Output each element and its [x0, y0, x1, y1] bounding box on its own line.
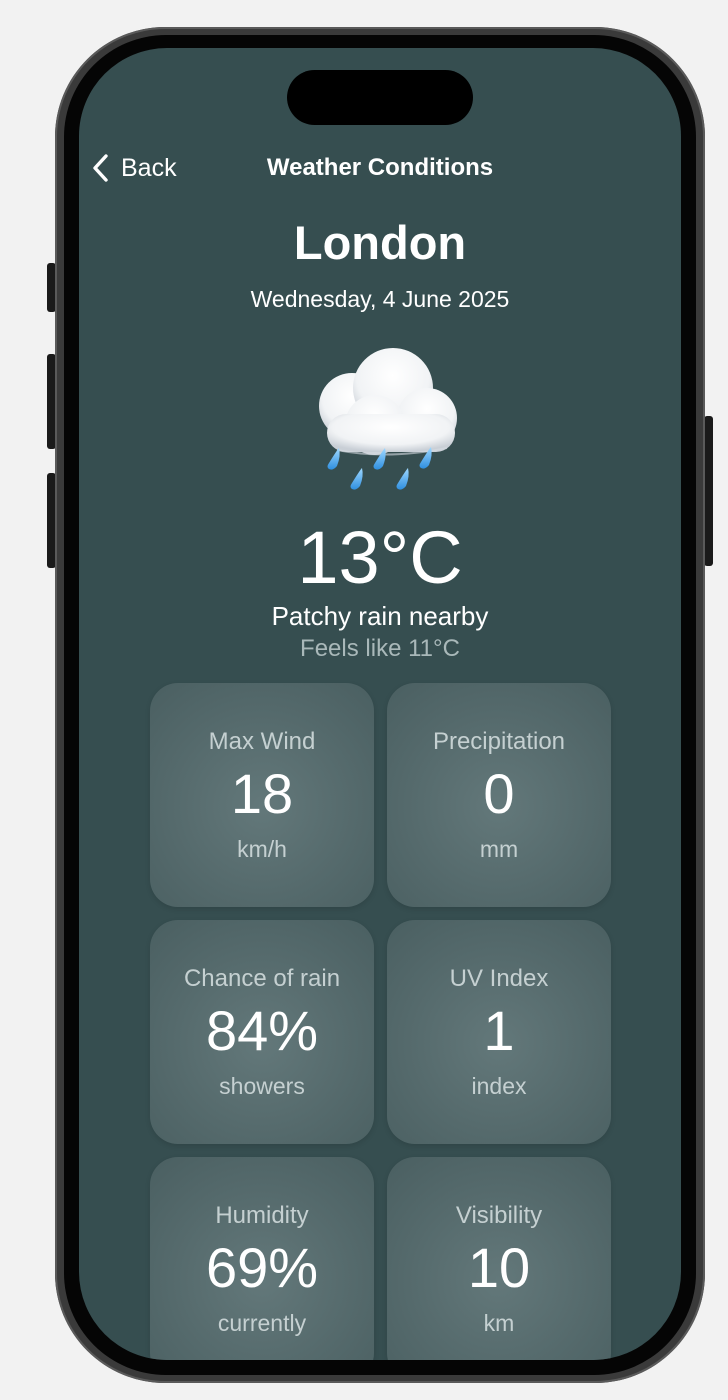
stat-unit: index [471, 1073, 527, 1099]
date-label: Wednesday, 4 June 2025 [250, 286, 510, 312]
stat-tile-chance-of-rain: Chance of rain 84% showers [150, 920, 374, 1144]
stat-value: 84% [205, 999, 319, 1062]
stat-label: Chance of rain [183, 965, 341, 992]
stat-label: Precipitation [432, 728, 566, 755]
stat-tile-max-wind: Max Wind 18 km/h [150, 683, 374, 907]
stat-value: 0 [483, 762, 515, 825]
stat-value: 18 [230, 762, 294, 825]
feels-like-text: Feels like 11°C [300, 635, 460, 662]
device-frame: Back Weather Conditions London Wednesday… [0, 0, 728, 1400]
cloud-with-rain-icon [319, 348, 457, 490]
dynamic-island [287, 70, 473, 125]
stat-tile-visibility: Visibility 10 km [387, 1157, 611, 1360]
phone-bezel: Back Weather Conditions London Wednesday… [64, 35, 696, 1375]
stat-label: UV Index [449, 965, 549, 992]
stat-label: Humidity [215, 1202, 309, 1229]
page-title-text: Weather Conditions [266, 154, 494, 181]
stat-unit: mm [479, 836, 519, 862]
current-temperature: 13°C [297, 516, 463, 599]
stat-tile-precipitation: Precipitation 0 mm [387, 683, 611, 907]
stat-value: 1 [483, 999, 515, 1062]
stat-unit: showers [219, 1073, 305, 1099]
stat-unit: currently [217, 1310, 307, 1336]
stat-tile-uv-index: UV Index 1 index [387, 920, 611, 1144]
screen: Back Weather Conditions London Wednesday… [79, 48, 681, 1360]
stat-unit: km [483, 1310, 515, 1336]
stat-value: 69% [205, 1236, 319, 1299]
city-name: London [293, 216, 467, 269]
condition-text: Patchy rain nearby [271, 601, 489, 631]
stat-value: 10 [467, 1236, 531, 1299]
stat-tile-humidity: Humidity 69% currently [150, 1157, 374, 1360]
stat-label: Visibility [455, 1202, 543, 1229]
stat-label: Max Wind [208, 728, 316, 755]
phone-body: Back Weather Conditions London Wednesday… [55, 27, 705, 1383]
stat-unit: km/h [237, 836, 287, 862]
power-button [704, 416, 713, 566]
page-title: Weather Conditions [79, 151, 681, 185]
